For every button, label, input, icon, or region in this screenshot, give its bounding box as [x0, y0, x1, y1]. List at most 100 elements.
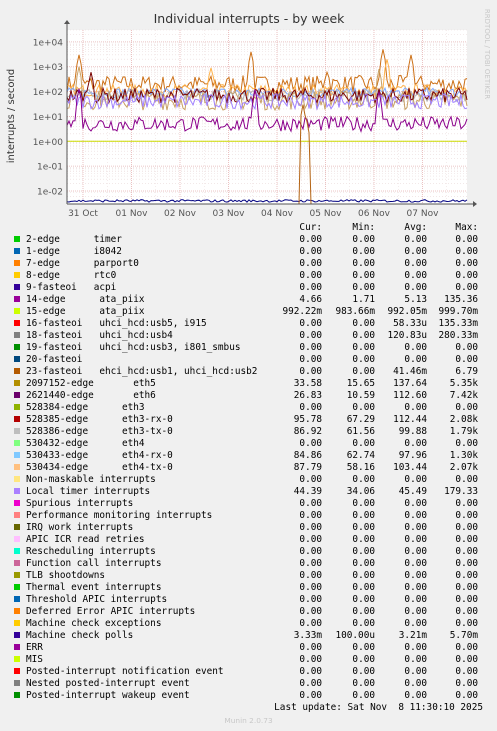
legend-row: 2621440-edge eth6 26.83 10.59 112.60 7.42k	[0, 390, 497, 402]
legend-label: Spurious interrupts	[26, 498, 134, 509]
legend-max: 5.35k	[449, 378, 478, 389]
legend-max: 2.07k	[449, 462, 478, 473]
legend-label: Non-maskable interrupts	[26, 474, 156, 485]
y-tick-label: 1e+02	[33, 88, 63, 98]
legend-max: 0.00	[455, 534, 478, 545]
legend-max: 0.00	[455, 618, 478, 629]
legend-swatch	[14, 332, 20, 338]
x-tick-label: 06 Nov	[358, 209, 391, 219]
legend-max: 0.00	[455, 342, 478, 353]
legend-swatch	[14, 536, 20, 542]
legend-label: 16-fasteoi uhci_hcd:usb5, i915	[26, 318, 207, 329]
legend-label: 2-edge timer	[26, 234, 122, 245]
munin-version: Munin 2.0.73	[224, 716, 273, 725]
legend-label: Rescheduling interrupts	[26, 546, 156, 557]
legend-row: Local timer interrupts 44.39 34.06 45.49 179…	[0, 486, 497, 498]
x-tick-label: 03 Nov	[213, 209, 246, 219]
legend-row: Non-maskable interrupts 0.00 0.00 0.00 0.00	[0, 474, 497, 486]
y-tick-label: 1e+04	[33, 38, 64, 48]
legend-row: 528384-edge eth3 0.00 0.00 0.00 0.00	[0, 402, 497, 414]
legend-label: 528384-edge eth3	[26, 402, 145, 413]
legend-max: 135.33m	[438, 318, 478, 329]
legend-label: Threshold APIC interrupts	[26, 594, 168, 605]
legend-row: 528386-edge eth3-tx-0 86.92 61.56 99.88 1.79…	[0, 426, 497, 438]
legend-label: Thermal event interrupts	[26, 582, 162, 593]
legend-swatch	[14, 656, 20, 662]
legend-label: 9-fasteoi acpi	[26, 282, 117, 293]
legend-max: 280.33m	[438, 330, 478, 341]
legend-swatch	[14, 548, 20, 554]
legend-swatch	[14, 692, 20, 698]
legend-row: IRQ work interrupts 0.00 0.00 0.00 0.00	[0, 522, 497, 534]
legend-row: Machine check polls 3.33m 100.00u 3.21m 5.70…	[0, 630, 497, 642]
rrdtool-side-label: RRDTOOL / TOBI OETIKER	[483, 9, 491, 99]
legend-max: 0.00	[455, 678, 478, 689]
legend-swatch	[14, 608, 20, 614]
legend-label: 8-edge rtc0	[26, 270, 117, 281]
legend-swatch	[14, 392, 20, 398]
legend-row: Function call interrupts 0.00 0.00 0.00 0.00	[0, 558, 497, 570]
x-tick-label: 05 Nov	[310, 209, 343, 219]
legend-row: Rescheduling interrupts 0.00 0.00 0.00 0.00	[0, 546, 497, 558]
legend-max: 0.00	[455, 354, 478, 365]
legend-max: 0.00	[455, 282, 478, 293]
legend-swatch	[14, 668, 20, 674]
legend-swatch	[14, 380, 20, 386]
legend-row: 16-fasteoi uhci_hcd:usb5, i915 0.00 0.00 58…	[0, 318, 497, 330]
legend-row: 18-fasteoi uhci_hcd:usb4 0.00 0.00 120.83u 2…	[0, 330, 497, 342]
y-tick-label: 1e+01	[33, 113, 63, 123]
y-tick-label: 1e-02	[37, 188, 63, 198]
legend-swatch	[14, 368, 20, 374]
legend-row: 20-fasteoi 0.00 0.00 0.00 0.00	[0, 354, 497, 366]
legend-max: 0.00	[455, 690, 478, 701]
legend-label: APIC ICR read retries	[26, 534, 145, 545]
legend-swatch	[14, 476, 20, 482]
legend-swatch	[14, 272, 20, 278]
legend-max: 999.70m	[438, 306, 478, 317]
legend-label: 1-edge i8042	[26, 246, 122, 257]
legend-label: TLB shootdowns	[26, 570, 106, 581]
legend-max: 135.36	[444, 294, 478, 305]
y-tick-label: 1e-01	[37, 163, 63, 173]
legend-max: 0.00	[455, 642, 478, 653]
legend-swatch	[14, 572, 20, 578]
legend-swatch	[14, 644, 20, 650]
legend-label: Local timer interrupts	[26, 486, 151, 497]
legend-row: Posted-interrupt wakeup event 0.00 0.00 0.0…	[0, 690, 497, 702]
legend-label: Machine check exceptions	[26, 618, 162, 629]
legend-row: 8-edge rtc0 0.00 0.00 0.00 0.00	[0, 270, 497, 282]
legend-label: 2097152-edge eth5	[26, 378, 156, 389]
legend-label: 528386-edge eth3-tx-0	[26, 426, 173, 437]
legend-row: 1-edge i8042 0.00 0.00 0.00 0.00	[0, 246, 497, 258]
legend-max: 0.00	[455, 594, 478, 605]
last-update: Last update: Sat Nov 8 11:30:10 2025	[274, 702, 483, 713]
legend-swatch	[14, 260, 20, 266]
legend-max: 0.00	[455, 606, 478, 617]
legend-label: 18-fasteoi uhci_hcd:usb4	[26, 330, 173, 341]
legend-swatch	[14, 524, 20, 530]
legend-swatch	[14, 284, 20, 290]
legend-swatch	[14, 236, 20, 242]
legend-max: 0.00	[455, 438, 478, 449]
legend-swatch	[14, 596, 20, 602]
legend-row: 15-edge ata_piix 992.22m 983.66m 992.05m 999…	[0, 306, 497, 318]
legend-max: 0.00	[455, 270, 478, 281]
y-tick-label: 1e+03	[33, 63, 63, 73]
legend-label: Performance monitoring interrupts	[26, 510, 213, 521]
legend-swatch	[14, 356, 20, 362]
legend-swatch	[14, 512, 20, 518]
legend-label: ERR	[26, 642, 43, 653]
legend-row: Thermal event interrupts 0.00 0.00 0.00 0.00	[0, 582, 497, 594]
legend-max: 0.00	[455, 258, 478, 269]
legend-swatch	[14, 344, 20, 350]
legend-max: 1.30k	[449, 450, 478, 461]
header-max: Max:	[455, 222, 478, 233]
legend-row: 9-fasteoi acpi 0.00 0.00 0.00 0.00	[0, 282, 497, 294]
legend-label: 530434-edge eth4-tx-0	[26, 462, 173, 473]
chart-title: Individual interrupts - by week	[154, 11, 346, 26]
legend-row: 2-edge timer 0.00 0.00 0.00 0.00	[0, 234, 497, 246]
legend-max: 0.00	[455, 654, 478, 665]
interrupts-chart: Individual interrupts - by week interrup…	[6, 9, 491, 219]
x-tick-label: 31 Oct	[68, 209, 98, 219]
legend-max: 0.00	[455, 546, 478, 557]
